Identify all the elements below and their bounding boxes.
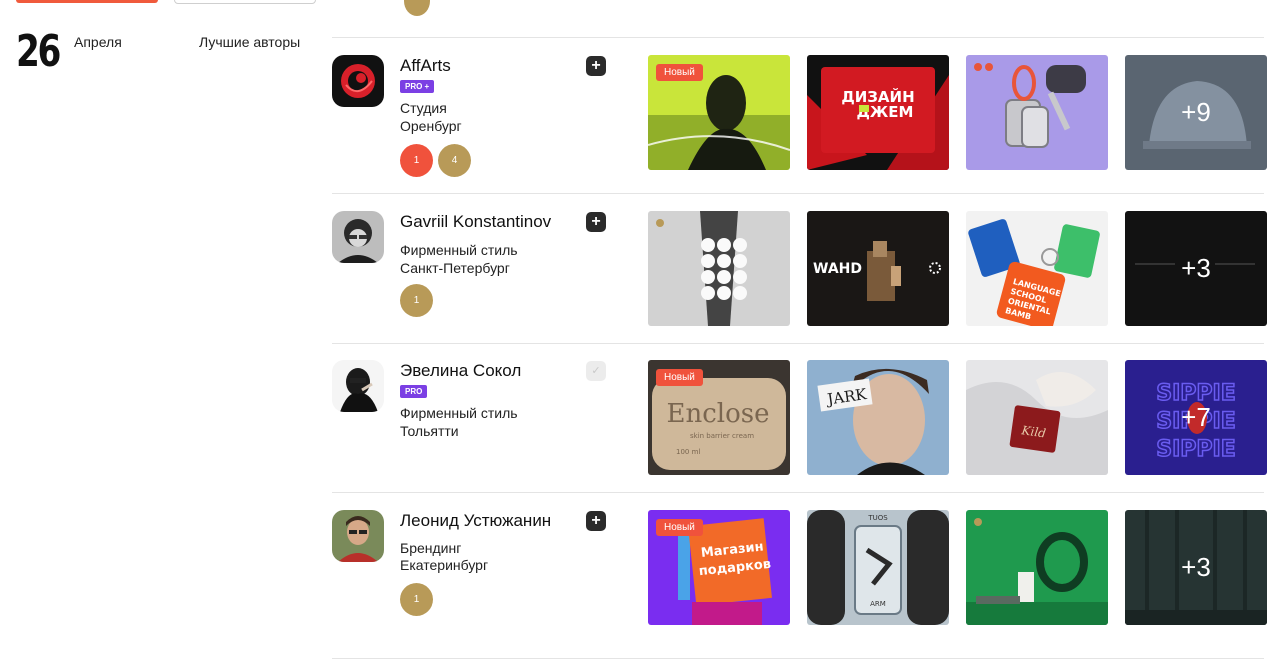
- medal-gold: 1: [398, 581, 435, 618]
- date-month: Апреля: [74, 34, 122, 50]
- portfolio-thumb[interactable]: TUOS ARM: [807, 510, 949, 625]
- new-tag: Новый: [656, 64, 703, 81]
- section-label: Лучшие авторы: [199, 34, 301, 50]
- medals: 1 4: [398, 142, 473, 179]
- author-name[interactable]: Gavriil Konstantinov: [400, 212, 551, 232]
- pro-plus-badge: PRO +: [400, 80, 435, 93]
- author-row: AffArts PRO + Студия Оренбург 1 4 + Новы…: [332, 38, 1267, 188]
- more-count: +7: [1181, 402, 1211, 432]
- author-row: Gavriil Konstantinov Фирменный стиль Сан…: [332, 194, 1267, 344]
- top-secondary-button[interactable]: [174, 0, 316, 4]
- author-category: Фирменный стиль: [400, 405, 518, 421]
- svg-text:TUOS: TUOS: [867, 514, 888, 522]
- avatar[interactable]: [332, 211, 384, 263]
- author-name[interactable]: AffArts: [400, 56, 451, 76]
- portfolio-thumb[interactable]: LANGUAGE SCHOOL ORIENTAL BAMB: [966, 211, 1108, 326]
- portfolio-thumb[interactable]: [648, 211, 790, 326]
- author-category: Студия: [400, 100, 447, 116]
- portfolio-thumb[interactable]: Новый: [648, 55, 790, 170]
- portfolio-thumb[interactable]: Kild: [966, 360, 1108, 475]
- following-check-button[interactable]: ✓: [586, 361, 606, 381]
- portfolio-thumb-more[interactable]: +3: [1125, 211, 1267, 326]
- follow-button[interactable]: +: [586, 212, 606, 232]
- medals: 1: [398, 581, 435, 618]
- portfolio-thumb[interactable]: [966, 55, 1108, 170]
- medal-gold: 4: [436, 142, 473, 179]
- avatar[interactable]: [332, 510, 384, 562]
- author-city: Екатеринбург: [400, 557, 489, 573]
- new-tag: Новый: [656, 519, 703, 536]
- portfolio-thumb[interactable]: Магазин подарков Новый: [648, 510, 790, 625]
- portfolio-thumb-more[interactable]: +3: [1125, 510, 1267, 625]
- portfolio-thumb-more[interactable]: +9: [1125, 55, 1267, 170]
- svg-text:100 ml: 100 ml: [676, 448, 700, 456]
- follow-button[interactable]: +: [586, 56, 606, 76]
- medal-gold: 1: [398, 282, 435, 319]
- avatar[interactable]: [332, 360, 384, 412]
- more-count: +3: [1181, 253, 1211, 283]
- more-count: +3: [1181, 552, 1211, 582]
- portfolio-thumb[interactable]: ДИЗАЙН ДЖЕМ: [807, 55, 949, 170]
- avatar[interactable]: [332, 55, 384, 107]
- cropped-medal: [404, 0, 430, 19]
- medal-red: 1: [398, 142, 435, 179]
- svg-text:ARM: ARM: [870, 600, 886, 608]
- portfolio-thumbs: Магазин подарков Новый TUOS ARM +3: [648, 510, 1267, 625]
- portfolio-thumb[interactable]: Enclose skin barrier cream 100 ml Новый: [648, 360, 790, 475]
- author-city: Оренбург: [400, 118, 462, 134]
- portfolio-thumbs: Enclose skin barrier cream 100 ml Новый …: [648, 360, 1267, 475]
- date-day: 26: [16, 26, 61, 77]
- author-name[interactable]: Эвелина Сокол: [400, 361, 521, 381]
- author-category: Брендинг: [400, 540, 462, 556]
- portfolio-thumb[interactable]: WAHD: [807, 211, 949, 326]
- portfolio-thumb-more[interactable]: SIPPIE SIPPIE SIPPIE +7: [1125, 360, 1267, 475]
- author-category: Фирменный стиль: [400, 242, 518, 258]
- portfolio-thumb[interactable]: JARK: [807, 360, 949, 475]
- portfolio-thumbs: Новый ДИЗАЙН ДЖЕМ +9: [648, 55, 1267, 170]
- follow-button[interactable]: +: [586, 511, 606, 531]
- more-count: +9: [1181, 97, 1211, 127]
- row-divider: [332, 658, 1264, 659]
- author-row: Эвелина Сокол PRO Фирменный стиль Тольят…: [332, 343, 1267, 493]
- author-city: Тольятти: [400, 423, 459, 439]
- author-city: Санкт-Петербург: [400, 260, 510, 276]
- author-name[interactable]: Леонид Устюжанин: [400, 511, 551, 531]
- portfolio-thumb[interactable]: [966, 510, 1108, 625]
- author-row: Леонид Устюжанин Брендинг Екатеринбург 1…: [332, 493, 1267, 643]
- svg-text:skin barrier cream: skin barrier cream: [690, 432, 754, 440]
- new-tag: Новый: [656, 369, 703, 386]
- top-primary-button[interactable]: [16, 0, 158, 3]
- medals: 1: [398, 282, 435, 319]
- pro-badge: PRO: [400, 385, 428, 398]
- portfolio-thumbs: WAHD LANGUAGE SCHOOL ORIENTAL BAMB +3: [648, 211, 1267, 326]
- svg-text:Enclose: Enclose: [667, 399, 770, 429]
- svg-text:WAHD: WAHD: [813, 261, 862, 277]
